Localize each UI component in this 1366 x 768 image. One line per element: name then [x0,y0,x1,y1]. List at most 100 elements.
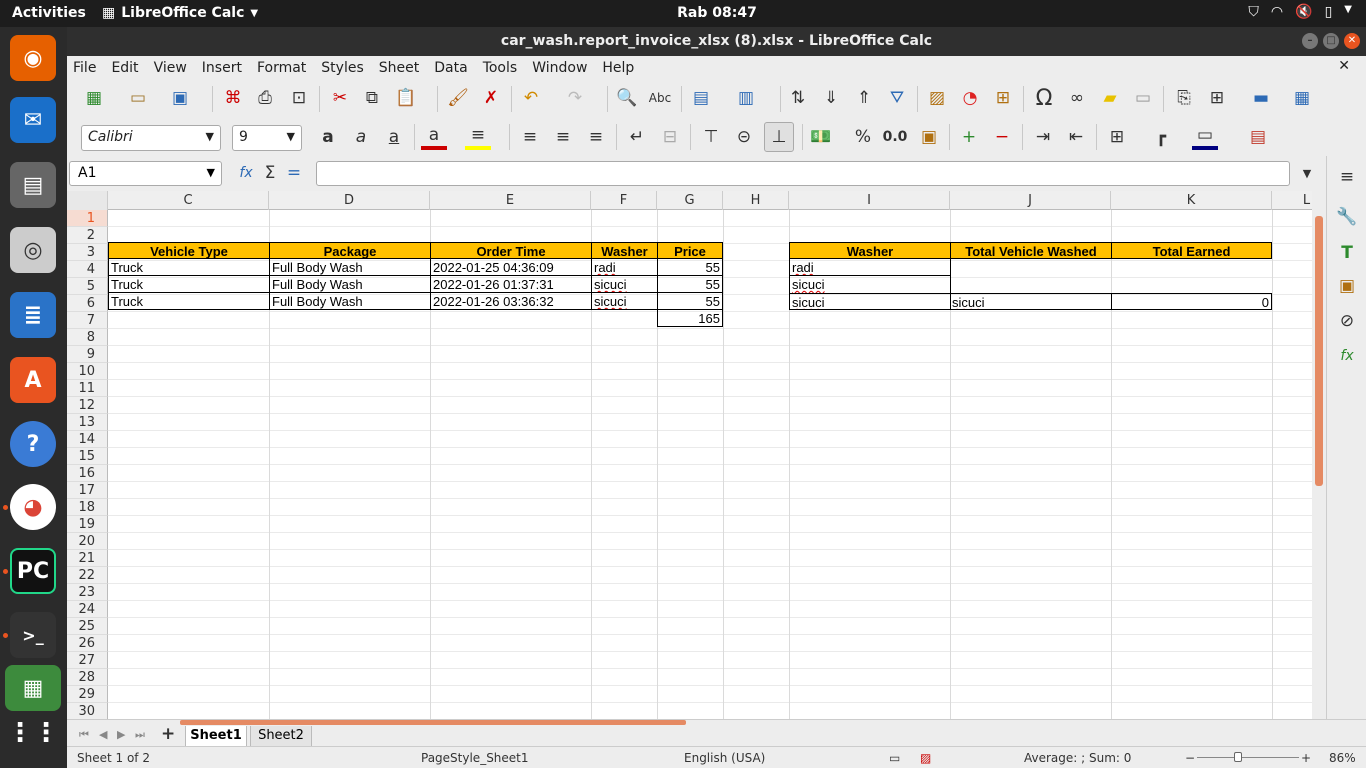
row-header[interactable]: 15 [67,448,108,465]
decrease-indent-icon[interactable]: ⇤ [1063,124,1089,150]
header-washer[interactable]: Washer [591,242,658,259]
header-order-time[interactable]: Order Time [430,242,592,259]
print-icon[interactable]: ⎙ [252,85,278,111]
chevron-down-icon[interactable]: ▼ [1344,4,1352,20]
writer-icon[interactable]: ≣ [10,292,56,338]
price-total-cell[interactable]: 165 [657,310,723,327]
freeze-rows-icon[interactable]: ⊞ [1204,85,1230,111]
copy-icon[interactable]: ⧉ [359,85,385,111]
header-total-earned[interactable]: Total Earned [1111,242,1272,259]
header-package[interactable]: Package [269,242,431,259]
header-washer-summary[interactable]: Washer [789,242,951,259]
menu-view[interactable]: View [154,60,187,76]
thunderbird-icon[interactable]: ✉ [10,97,56,143]
row-header[interactable]: 30 [67,703,108,719]
row-header[interactable]: 18 [67,499,108,516]
row-header[interactable]: 25 [67,618,108,635]
add-sheet-icon[interactable]: + [161,724,175,744]
zoom-slider[interactable] [1197,757,1299,758]
row-header[interactable]: 6 [67,295,108,312]
terminal-icon[interactable]: >_ [10,612,56,658]
header-total-vehicle-washed[interactable]: Total Vehicle Washed [950,242,1112,259]
name-box[interactable]: A1 ▼ [69,161,222,186]
row-header[interactable]: 13 [67,414,108,431]
export-pdf-icon[interactable]: ⌘ [220,85,246,111]
align-center-icon[interactable]: ≡ [550,124,576,150]
scroll-thumb[interactable] [1315,216,1323,486]
table-cell[interactable]: 2022-01-25 04:36:09 [430,259,592,276]
highlight-color-icon[interactable]: ≡ [465,124,491,150]
table-cell[interactable]: 55 [657,276,723,293]
sort-icon[interactable]: ⇅ [785,85,811,111]
clock[interactable]: Rab 08:47 [0,5,1366,21]
delete-decimal-icon[interactable]: − [989,124,1015,150]
menu-sheet[interactable]: Sheet [379,60,419,76]
shield-icon[interactable]: ⛉ [1248,4,1259,20]
row-header[interactable]: 22 [67,567,108,584]
column-header-h[interactable]: H [723,191,789,210]
table-cell[interactable]: sicuci [789,293,951,310]
column-header-l[interactable]: L [1272,191,1312,210]
system-tray[interactable]: ⛉ ◠ 🔇 ▯ ▼ [1248,4,1352,20]
select-all-corner[interactable] [67,191,108,210]
language[interactable]: English (USA) [684,751,765,765]
files-icon[interactable]: ▤ [10,162,56,208]
column-header-e[interactable]: E [430,191,591,210]
help-icon[interactable]: ? [10,421,56,467]
menu-file[interactable]: File [73,60,96,76]
table-cell[interactable]: Full Body Wash [269,293,431,310]
gallery-icon[interactable]: ▣ [1334,273,1360,299]
sort-ascending-icon[interactable]: ⇑ [851,85,877,111]
table-cell[interactable]: Full Body Wash [269,259,431,276]
page-style[interactable]: PageStyle_Sheet1 [421,751,529,765]
row-header[interactable]: 16 [67,465,108,482]
column-header-j[interactable]: J [950,191,1111,210]
pycharm-icon[interactable]: PC [10,548,56,594]
add-decimal-icon[interactable]: + [956,124,982,150]
row-header[interactable]: 8 [67,329,108,346]
row-header[interactable]: 29 [67,686,108,703]
row-header[interactable]: 27 [67,652,108,669]
menu-tools[interactable]: Tools [483,60,518,76]
menu-help[interactable]: Help [602,60,634,76]
sidebar-menu-icon[interactable]: ≡ [1334,164,1360,190]
align-bottom-icon[interactable]: ⊥ [764,122,794,152]
clone-formatting-icon[interactable]: 🖌 [445,85,471,111]
row-header[interactable]: 14 [67,431,108,448]
align-right-icon[interactable]: ≡ [583,124,609,150]
column-header-k[interactable]: K [1111,191,1272,210]
table-cell[interactable]: 55 [657,259,723,276]
column-header-g[interactable]: G [657,191,723,210]
zoom-out-icon[interactable]: − [1185,751,1195,765]
column-header-c[interactable]: C [108,191,269,210]
row-header[interactable]: 2 [67,227,108,244]
align-top-icon[interactable]: ⊤ [698,124,724,150]
column-header-f[interactable]: F [591,191,657,210]
calc-icon[interactable]: ▦ [5,665,61,711]
row-header[interactable]: 24 [67,601,108,618]
conditional-format-icon[interactable]: ▤ [1245,124,1271,150]
menu-data[interactable]: Data [434,60,467,76]
navigator-icon[interactable]: ⊘ [1334,308,1360,334]
row-header[interactable]: 12 [67,397,108,414]
formula-icon[interactable]: = [281,160,307,186]
sum-icon[interactable]: Σ [257,160,283,186]
menu-window[interactable]: Window [532,60,587,76]
autofilter-icon[interactable]: ⛛ [884,85,910,111]
paste-icon[interactable]: 📋 [393,85,419,111]
comment-icon[interactable]: ▰ [1097,85,1123,111]
last-sheet-icon[interactable]: ⏭ [135,728,145,742]
show-apps-icon[interactable]: ⋮⋮ [7,710,59,756]
row-header[interactable]: 5 [67,278,108,295]
open-folder-icon[interactable]: ▭ [125,85,151,111]
font-color-icon[interactable]: a [421,124,447,150]
zoom-in-icon[interactable]: + [1301,751,1311,765]
special-character-icon[interactable]: Ω [1031,85,1057,111]
table-cell[interactable]: sicuci [950,293,1112,310]
row-header[interactable]: 10 [67,363,108,380]
zoom-level[interactable]: 86% [1329,751,1356,765]
print-preview-icon[interactable]: ⊡ [286,85,312,111]
selection-mode-icon[interactable]: ▭ [889,751,900,765]
row-header[interactable]: 4 [67,261,108,278]
row-header[interactable]: 7 [67,312,108,329]
